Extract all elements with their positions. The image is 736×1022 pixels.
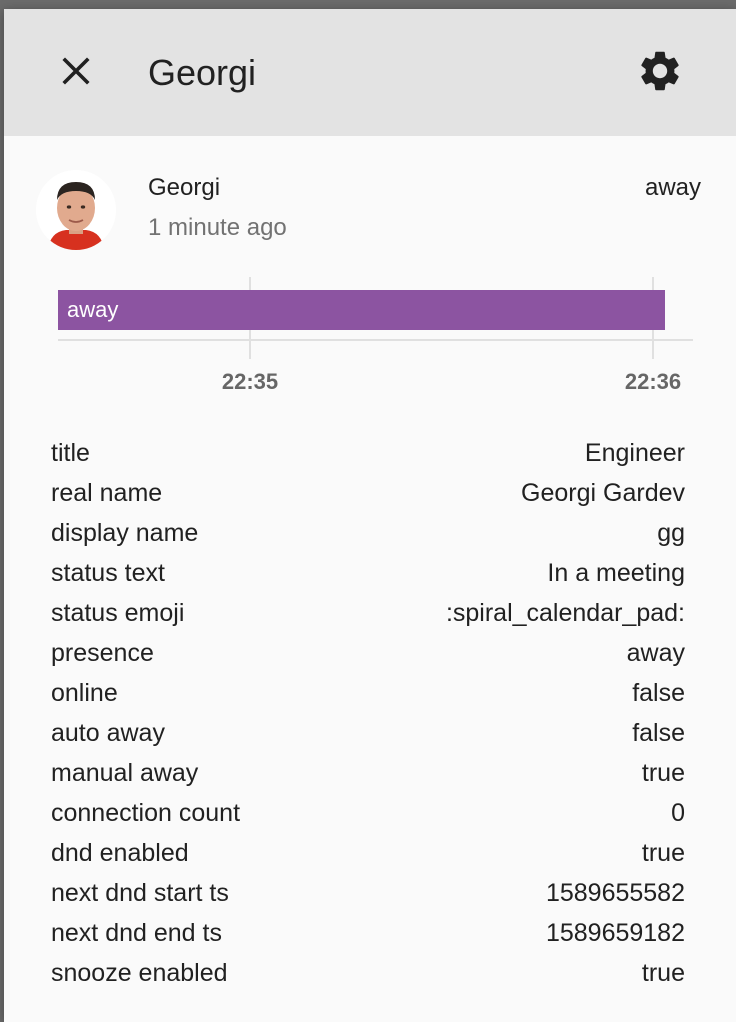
- attribute-row: connection count 0: [51, 793, 685, 833]
- timeline-tick-label: 22:36: [624, 369, 682, 394]
- attribute-value: gg: [657, 519, 685, 547]
- attribute-key: online: [51, 679, 118, 707]
- timeline-bar-away[interactable]: away: [58, 290, 665, 330]
- attribute-row: status text In a meeting: [51, 553, 685, 593]
- entity-state: away: [644, 174, 701, 201]
- attribute-row: snooze enabled true: [51, 953, 685, 993]
- attribute-value: 1589655582: [545, 879, 685, 907]
- dialog-title: Georgi: [148, 52, 257, 93]
- avatar: [36, 170, 116, 250]
- attribute-value: Georgi Gardev: [521, 479, 685, 507]
- timeline-axis: [58, 339, 693, 341]
- timeline-bar-label: away: [67, 297, 119, 322]
- more-info-dialog: Georgi Georgi 1 minute ago away away 22:…: [4, 9, 736, 1022]
- attribute-row: presence away: [51, 633, 685, 673]
- last-changed-time: 1 minute ago: [148, 214, 287, 241]
- settings-button[interactable]: [636, 47, 684, 95]
- attribute-value: In a meeting: [547, 559, 685, 587]
- attribute-value: away: [626, 639, 685, 667]
- attribute-value: true: [641, 839, 685, 867]
- user-avatar: [36, 170, 116, 250]
- attribute-row: next dnd end ts 1589659182: [51, 913, 685, 953]
- attribute-value: 1589659182: [545, 919, 685, 947]
- close-button[interactable]: [52, 47, 100, 95]
- attribute-row: title Engineer: [51, 433, 685, 473]
- attribute-row: display name gg: [51, 513, 685, 553]
- close-icon: [62, 57, 90, 85]
- attribute-row: next dnd start ts 1589655582: [51, 873, 685, 913]
- attribute-key: next dnd end ts: [51, 919, 222, 947]
- attribute-value: 0: [671, 799, 685, 827]
- attribute-row: dnd enabled true: [51, 833, 685, 873]
- attribute-key: display name: [51, 519, 199, 547]
- attribute-row: status emoji :spiral_calendar_pad:: [51, 593, 685, 633]
- attribute-row: auto away false: [51, 713, 685, 753]
- attribute-key: next dnd start ts: [51, 879, 229, 907]
- attribute-key: real name: [51, 479, 163, 507]
- attribute-key: connection count: [51, 799, 241, 827]
- attribute-key: status emoji: [51, 599, 185, 627]
- attribute-key: manual away: [51, 759, 199, 787]
- timeline-tick-label: 22:35: [221, 369, 279, 394]
- history-timeline: away 22:35 22:36: [57, 277, 697, 397]
- attribute-value: true: [641, 959, 685, 987]
- attribute-key: snooze enabled: [51, 959, 228, 987]
- attribute-key: dnd enabled: [51, 839, 189, 867]
- attribute-row: real name Georgi Gardev: [51, 473, 685, 513]
- attribute-key: auto away: [51, 719, 165, 747]
- attribute-row: manual away true: [51, 753, 685, 793]
- attribute-value: :spiral_calendar_pad:: [445, 599, 685, 627]
- attribute-value: false: [632, 679, 685, 707]
- attribute-row: online false: [51, 673, 685, 713]
- dialog-header: Georgi: [4, 9, 736, 136]
- attributes-table: title Engineer real name Georgi Gardev d…: [51, 433, 685, 993]
- attribute-value: true: [641, 759, 685, 787]
- attribute-key: presence: [51, 639, 154, 667]
- attribute-key: title: [51, 439, 90, 467]
- gear-icon: [641, 51, 679, 91]
- attribute-key: status text: [51, 559, 165, 587]
- entity-name: Georgi: [148, 174, 221, 201]
- attribute-value: false: [632, 719, 685, 747]
- attribute-value: Engineer: [584, 439, 685, 467]
